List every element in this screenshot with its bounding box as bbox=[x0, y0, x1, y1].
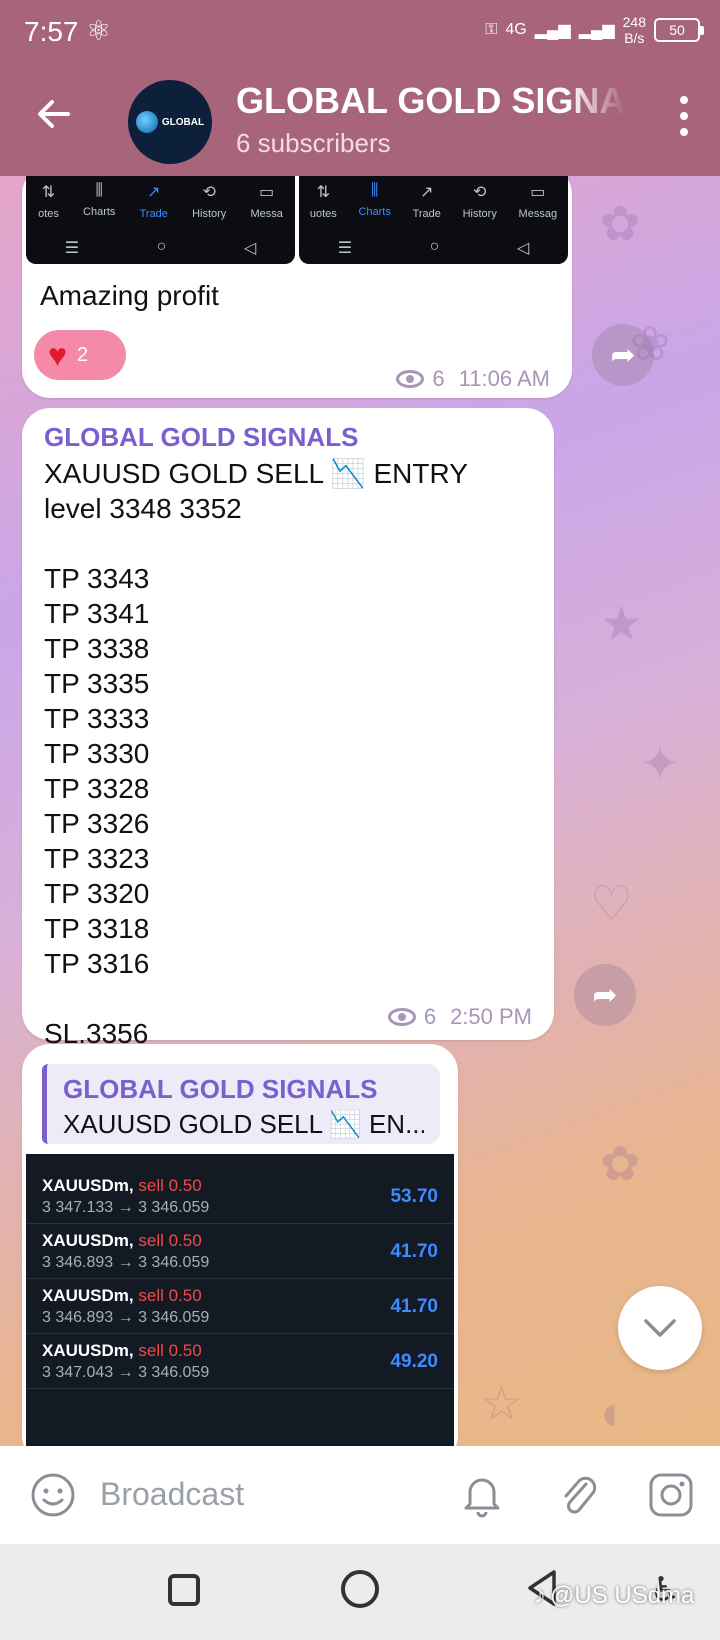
view-count: 6 bbox=[432, 366, 445, 391]
chevron-down-icon bbox=[644, 1319, 676, 1337]
app-tab-bar: ⇅ otes ⫼ Charts ↗ Trade ⟲ History ▭ Messa bbox=[38, 182, 283, 220]
reply-quote[interactable]: GLOBAL GOLD SIGNALS XAUUSD GOLD SELL 📉 E… bbox=[42, 1064, 440, 1144]
doodle-icon: ✦ bbox=[640, 738, 681, 791]
trade-icon: ↗ bbox=[420, 184, 434, 201]
trade-row: XAUUSDm, sell 0.50 3 346.893 → 3 346.059… bbox=[26, 1225, 454, 1279]
message-time: 11:06 AM bbox=[458, 366, 550, 391]
bell-icon[interactable] bbox=[460, 1472, 504, 1518]
home-button[interactable] bbox=[341, 1570, 379, 1608]
forward-button[interactable]: ➦ bbox=[574, 964, 636, 1026]
more-options-icon[interactable] bbox=[678, 96, 690, 136]
channel-header: GLOBAL GLOBAL GOLD SIGNA 6 subscribers bbox=[0, 66, 720, 176]
doodle-icon: ✿ bbox=[600, 1138, 641, 1191]
status-bar: 7:57 ⚛ ⚿ 4G ▂▄▆ ▂▄▆ 248 B/s 50 bbox=[0, 0, 720, 66]
reaction-heart[interactable]: ♥ 2 bbox=[34, 330, 126, 380]
subscriber-count: 6 subscribers bbox=[236, 128, 391, 158]
back-arrow-icon[interactable] bbox=[34, 94, 74, 134]
broadcast-input[interactable]: Broadcast bbox=[100, 1476, 244, 1513]
battery-icon: 50 bbox=[654, 18, 704, 42]
charts-icon: ⫼ bbox=[370, 182, 379, 199]
screenshot-left[interactable]: ⇅ otes ⫼ Charts ↗ Trade ⟲ History ▭ Messa ☰ ○ ◁ bbox=[26, 176, 295, 264]
message-meta: 6 11:06 AM bbox=[396, 366, 550, 392]
channel-title[interactable]: GLOBAL GOLD SIGNA bbox=[236, 80, 626, 122]
message-time: 2:50 PM bbox=[450, 1004, 532, 1029]
nav-row: ☰ ○ ◁ bbox=[337, 238, 530, 257]
trade-row: XAUUSDm, sell 0.50 3 347.133 → 3 346.059… bbox=[26, 1170, 454, 1224]
atom-icon: ⚛ bbox=[86, 15, 112, 46]
doodle-icon: ☆ bbox=[480, 1378, 524, 1431]
status-icons: ⚿ 4G ▂▄▆ ▂▄▆ 248 B/s 50 bbox=[485, 14, 704, 46]
quotes-icon: ⇅ bbox=[316, 184, 330, 201]
emoji-icon[interactable] bbox=[30, 1472, 76, 1518]
message-caption: Amazing profit bbox=[40, 280, 219, 311]
message-input-bar: Broadcast bbox=[0, 1446, 720, 1544]
instagram-icon[interactable] bbox=[648, 1472, 694, 1518]
doodle-icon: ♡ bbox=[590, 878, 634, 931]
avatar-brand: GLOBAL bbox=[161, 116, 205, 128]
clock: 7:57 bbox=[24, 16, 79, 47]
channel-avatar[interactable]: GLOBAL bbox=[128, 80, 212, 164]
scroll-to-bottom-button[interactable] bbox=[618, 1286, 702, 1370]
recents-button[interactable] bbox=[168, 1574, 200, 1606]
globe-logo-icon bbox=[135, 111, 158, 133]
trade-row: XAUUSDm, sell 0.50 3 347.043 → 3 346.059… bbox=[26, 1335, 454, 1389]
sender-name: GLOBAL GOLD SIGNALS bbox=[44, 422, 359, 452]
heart-icon: ♥ bbox=[48, 337, 67, 373]
doodle-icon: ★ bbox=[600, 598, 644, 651]
message-meta: 6 2:50 PM bbox=[387, 1004, 532, 1030]
charts-icon: ⫼ bbox=[95, 182, 103, 199]
history-icon: ⟲ bbox=[202, 184, 216, 201]
watermark: ♪ @US USdma bbox=[534, 1582, 695, 1609]
app-tab-bar: ⇅ uotes ⫼ Charts ↗ Trade ⟲ History ▭ Messag bbox=[309, 182, 558, 220]
view-count: 6 bbox=[423, 1004, 437, 1029]
reply-snippet: XAUUSD GOLD SELL 📉 EN... bbox=[63, 1109, 424, 1139]
screenshot-album[interactable]: ⇅ otes ⫼ Charts ↗ Trade ⟲ History ▭ Messa ☰ ○ ◁… bbox=[26, 176, 568, 264]
vpn-key-icon: ⚿ bbox=[485, 21, 498, 38]
tiktok-logo-icon: ♪ bbox=[534, 1582, 546, 1609]
signal-4g-icon: 4G bbox=[505, 21, 527, 38]
quotes-icon: ⇅ bbox=[41, 184, 56, 201]
message-bubble-results[interactable]: GLOBAL GOLD SIGNALS XAUUSD GOLD SELL 📉 E… bbox=[22, 1044, 458, 1446]
screenshot-right[interactable]: ⇅ uotes ⫼ Charts ↗ Trade ⟲ History ▭ Messag ☰… bbox=[299, 176, 568, 264]
chat-area[interactable]: ✿ ❀ ★ ✦ ♡ ✿ ☆ ◐ ⇅ otes ⫼ Charts ↗ Trade ⟲ Hi… bbox=[0, 176, 720, 1446]
signal-bars-icon-2: ▂▄▆ bbox=[578, 22, 615, 39]
views-eye-icon bbox=[387, 1008, 416, 1026]
signal-text: XAUUSD GOLD SELL 📉 ENTRY level 3348 3352… bbox=[44, 458, 468, 1049]
doodle-icon: ✿ bbox=[600, 198, 641, 251]
network-speed: 248 B/s bbox=[622, 14, 646, 46]
trade-row: XAUUSDm, sell 0.50 3 346.893 → 3 346.059… bbox=[26, 1280, 454, 1334]
trade-icon: ↗ bbox=[147, 184, 161, 201]
messages-icon: ▭ bbox=[259, 184, 275, 201]
messages-icon: ▭ bbox=[530, 184, 546, 201]
reply-sender: GLOBAL GOLD SIGNALS bbox=[63, 1074, 378, 1104]
attach-icon[interactable] bbox=[556, 1470, 600, 1520]
share-arrow-icon: ➦ bbox=[610, 338, 636, 372]
share-arrow-icon: ➦ bbox=[592, 978, 618, 1012]
nav-row: ☰ ○ ◁ bbox=[64, 238, 257, 257]
message-bubble-signal[interactable]: GLOBAL GOLD SIGNALS XAUUSD GOLD SELL 📉 E… bbox=[22, 408, 554, 1049]
reaction-count: 2 bbox=[77, 343, 89, 366]
forward-button[interactable]: ➦ bbox=[592, 324, 654, 386]
doodle-icon: ◐ bbox=[600, 1387, 629, 1440]
trades-screenshot[interactable]: XAUUSDm, sell 0.50 3 347.133 → 3 346.059… bbox=[26, 1154, 454, 1446]
message-bubble-profit[interactable]: ⇅ otes ⫼ Charts ↗ Trade ⟲ History ▭ Messa ☰ ○ ◁… bbox=[22, 176, 572, 398]
signal-bars-icon: ▂▄▆ bbox=[534, 22, 571, 39]
views-eye-icon bbox=[396, 370, 425, 388]
history-icon: ⟲ bbox=[473, 184, 487, 201]
